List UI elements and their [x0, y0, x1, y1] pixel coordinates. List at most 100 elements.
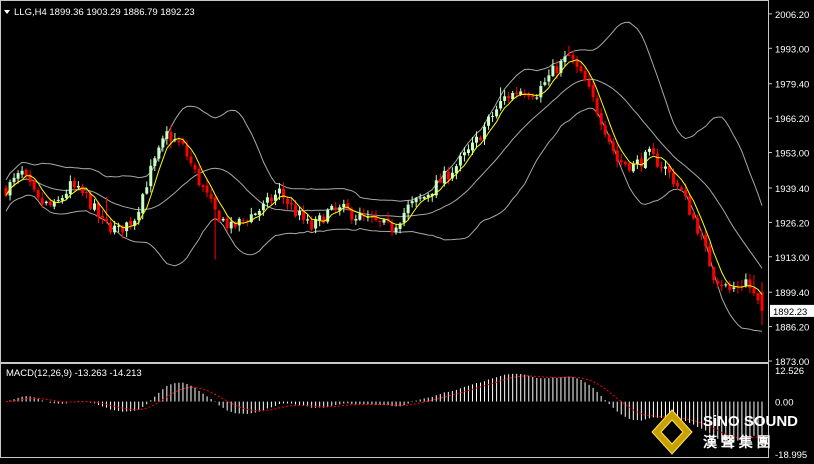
candle-body — [101, 215, 105, 218]
candle-body — [92, 203, 96, 210]
candle-body — [655, 153, 659, 167]
price-axis-label: 1913.00 — [775, 253, 809, 264]
candle-body — [197, 168, 201, 186]
price-axis-label: 1993.00 — [775, 44, 809, 55]
logo-name: SiNO SOUND — [703, 413, 798, 430]
candle — [643, 150, 647, 170]
candle-body — [458, 156, 462, 166]
candle-body — [217, 210, 221, 222]
candle-body — [551, 65, 555, 77]
candle-body — [153, 158, 157, 167]
candle-body — [105, 218, 109, 222]
candle-body — [647, 148, 651, 152]
candle-body — [692, 213, 696, 219]
candle-body — [515, 92, 519, 95]
candle-body — [354, 218, 358, 221]
candle-body — [84, 191, 88, 193]
candle-body — [688, 196, 692, 215]
candle — [326, 208, 330, 224]
candle-body — [113, 225, 117, 233]
price-axis-label: 1886.20 — [775, 323, 809, 334]
candle-body — [720, 284, 724, 287]
candle-body — [294, 205, 298, 217]
macd-axis-label: 0.00 — [775, 398, 794, 409]
candle-body — [539, 85, 543, 98]
logo-subtitle: 漢 聲 集 團 — [703, 434, 771, 450]
candle-body — [201, 185, 205, 187]
candle-body — [639, 158, 643, 167]
candle-body — [16, 173, 20, 179]
macd-axis-label: 12.526 — [775, 366, 804, 377]
candle-body — [587, 80, 591, 87]
candle-body — [141, 194, 145, 214]
candle-body — [418, 197, 422, 199]
candle — [217, 209, 221, 223]
candle-body — [209, 194, 213, 199]
candle-body — [185, 144, 189, 157]
candle-body — [643, 151, 647, 169]
candle-body — [80, 186, 84, 194]
candle-body — [760, 292, 764, 311]
candle-body — [700, 235, 704, 237]
candle-body — [60, 198, 64, 201]
candle-body — [663, 166, 667, 169]
candle-body — [672, 172, 676, 185]
candle-body — [470, 142, 474, 151]
candle-body — [599, 113, 603, 125]
candle-body — [32, 180, 36, 190]
candle-body — [165, 131, 169, 139]
candle-body — [64, 193, 68, 198]
candle-body — [466, 149, 470, 153]
candle-body — [137, 211, 141, 220]
candle-body — [310, 220, 314, 230]
candle-body — [213, 197, 217, 210]
candle-body — [611, 141, 615, 151]
candle-body — [20, 170, 24, 175]
candle-body — [44, 201, 48, 204]
candle-body — [318, 215, 322, 221]
candle-body — [756, 293, 760, 301]
candle-body — [748, 279, 752, 289]
candle-body — [446, 171, 450, 180]
candle-body — [125, 222, 129, 232]
candle-body — [334, 207, 338, 210]
candle-body — [507, 96, 511, 99]
price-axis-label: 1953.00 — [775, 149, 809, 160]
candle-body — [495, 109, 499, 117]
candle-body — [547, 75, 551, 82]
candle-body — [261, 203, 265, 211]
candle-body — [567, 55, 571, 57]
candle-body — [732, 287, 736, 289]
candle-body — [205, 185, 209, 193]
candle-body — [406, 204, 410, 214]
candle-body — [382, 219, 386, 223]
candle-body — [193, 164, 197, 170]
candle-body — [330, 205, 334, 210]
candle-body — [342, 203, 346, 208]
candle-body — [595, 98, 599, 114]
price-axis-label: 1966.20 — [775, 114, 809, 125]
candle-body — [257, 210, 261, 215]
candle-body — [229, 221, 233, 229]
macd-axis-label: -18.995 — [775, 450, 807, 460]
candle-body — [563, 56, 567, 63]
candle-body — [543, 82, 547, 85]
candle-body — [607, 135, 611, 142]
candle-body — [145, 187, 149, 194]
candle-body — [676, 182, 680, 187]
candle-body — [627, 163, 631, 171]
candle-body — [298, 210, 302, 216]
candle-body — [24, 169, 28, 176]
candle-body — [40, 198, 44, 205]
candle-body — [619, 160, 623, 163]
chart-title: LLG,H4 1899.36 1903.29 1886.79 1892.23 — [14, 7, 195, 18]
candle-body — [277, 188, 281, 194]
candle-body — [575, 60, 579, 67]
candle-body — [189, 156, 193, 164]
candle-body — [503, 96, 507, 101]
candle-body — [253, 213, 257, 215]
candle-body — [583, 70, 587, 81]
candle-body — [12, 177, 16, 182]
candle-body — [579, 66, 583, 72]
candle-body — [535, 97, 539, 99]
